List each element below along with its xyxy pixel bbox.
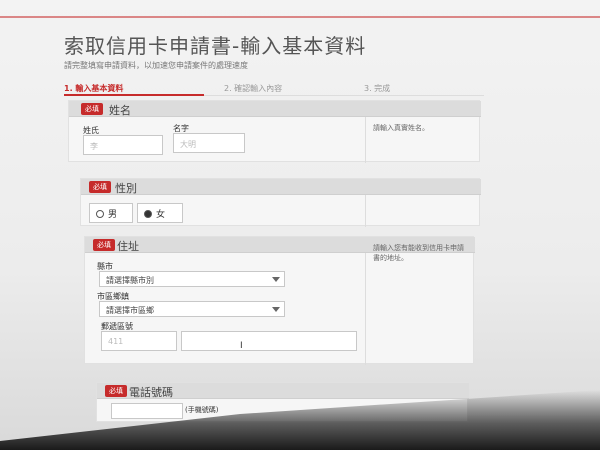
phone-input[interactable]: [111, 403, 183, 419]
text-cursor-icon: I: [240, 341, 243, 351]
district-select-value: 請選擇市區鄉: [106, 306, 154, 315]
name-section-title: 姓名: [109, 104, 131, 117]
gender-section: 必填 性別 男 女: [80, 178, 481, 227]
chevron-down-icon: [272, 307, 280, 312]
address-section-title: 住址: [117, 240, 139, 253]
chevron-down-icon: [272, 277, 280, 282]
phone-hint: (手機號碼): [185, 406, 219, 414]
zip-input[interactable]: 411: [101, 331, 177, 351]
page-subtitle: 請完整填寫申請資料，以加速您申請案件的處理速度: [64, 61, 248, 70]
top-accent-line: [0, 16, 600, 18]
radio-checked-icon: [144, 210, 152, 218]
step-2: 2. 確認輸入內容: [224, 84, 283, 93]
gender-section-title: 性別: [115, 182, 137, 195]
phone-section-header: 必填 電話號碼: [97, 383, 469, 399]
section-divider: [365, 253, 366, 365]
required-badge: 必填: [93, 239, 115, 251]
page-title: 索取信用卡申請書-輸入基本資料: [64, 34, 367, 58]
district-select[interactable]: 請選擇市區鄉: [99, 301, 285, 317]
gender-option-male[interactable]: 男: [89, 203, 133, 223]
first-name-input[interactable]: 大明: [173, 133, 245, 153]
last-name-input[interactable]: 李: [83, 135, 163, 155]
name-section: 必填 姓名 姓氏 李 名字 大明 請輸入真實姓名。: [68, 100, 481, 163]
city-select-value: 請選擇縣市別: [106, 276, 154, 285]
gender-male-label: 男: [108, 210, 118, 220]
name-section-header: 必填 姓名: [69, 101, 481, 117]
section-divider: [365, 117, 366, 163]
required-badge: 必填: [81, 103, 103, 115]
address-detail-input[interactable]: [181, 331, 357, 351]
step-1: 1. 輸入基本資料: [64, 84, 124, 93]
address-section: 必填 住址 縣市 請選擇縣市別 市區鄉鎮 請選擇市區鄉 郵遞區號 411 請輸入…: [84, 236, 475, 365]
gender-female-label: 女: [156, 210, 166, 220]
gender-section-header: 必填 性別: [81, 179, 481, 195]
step-active-indicator: [64, 94, 204, 96]
step-progress: 1. 輸入基本資料 2. 確認輸入內容 3. 完成: [64, 80, 484, 96]
browser-screen: 索取信用卡申請書-輸入基本資料 請完整填寫申請資料，以加速您申請案件的處理速度 …: [0, 0, 600, 450]
address-note: 請輸入您有能收到信用卡申請書的地址。: [373, 244, 464, 262]
city-select[interactable]: 請選擇縣市別: [99, 271, 285, 287]
required-badge: 必填: [105, 385, 127, 397]
section-divider: [365, 195, 366, 227]
gender-option-female[interactable]: 女: [137, 203, 183, 223]
step-3: 3. 完成: [364, 84, 391, 93]
required-badge: 必填: [89, 181, 111, 193]
phone-section-title: 電話號碼: [129, 386, 173, 399]
name-note: 請輸入真實姓名。: [373, 124, 429, 132]
radio-unchecked-icon: [96, 210, 104, 218]
